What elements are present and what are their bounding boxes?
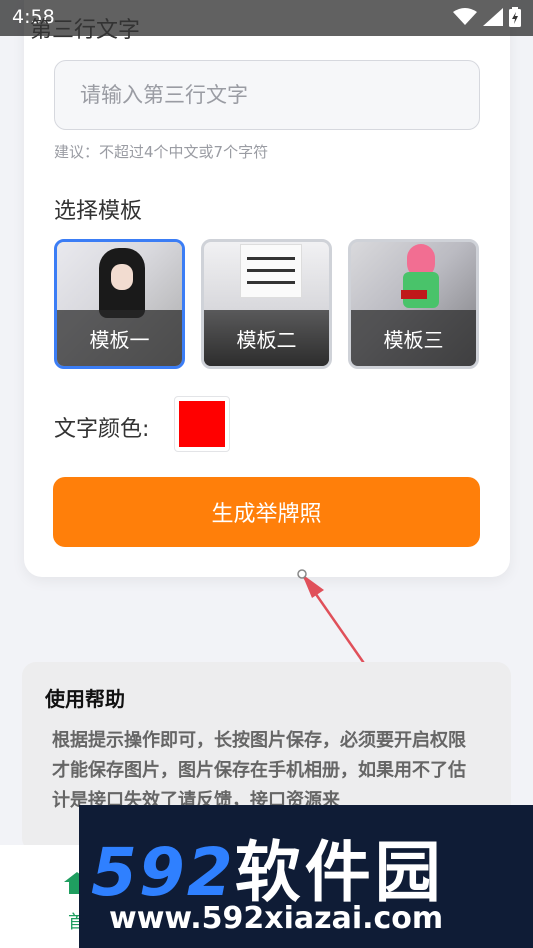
template-list: 模板一 模板二 模板三 — [54, 239, 480, 369]
battery-icon — [509, 7, 521, 27]
help-text: 根据提示操作即可，长按图片保存，必须要开启权限才能保存图片，图片保存在手机相册，… — [52, 730, 466, 811]
settings-card: 建议：不超过4个中文或7个字符 选择模板 模板一 模板二 — [24, 0, 510, 577]
watermark-url: www.592xiazai.com — [109, 901, 444, 936]
status-icons — [453, 7, 521, 27]
line3-input[interactable] — [54, 60, 480, 130]
template-option-1[interactable]: 模板一 — [54, 239, 185, 369]
line3-label: 第三行文字 — [30, 18, 141, 43]
annotation-arrow-icon — [297, 569, 374, 675]
watermark-logo-text: 软件园 — [234, 834, 445, 911]
text-color-label: 文字颜色: — [54, 417, 150, 442]
help-title: 使用帮助 — [45, 687, 125, 711]
template-option-2[interactable]: 模板二 — [201, 239, 332, 369]
template-2-caption: 模板二 — [204, 310, 329, 366]
watermark: 592软件园 www.592xiazai.com — [79, 805, 533, 948]
watermark-logo-number: 592 — [91, 834, 235, 911]
line3-hint: 建议：不超过4个中文或7个字符 — [54, 143, 269, 161]
text-color-picker[interactable] — [174, 396, 230, 452]
wifi-icon — [453, 8, 477, 25]
template-option-3[interactable]: 模板三 — [348, 239, 479, 369]
screen: 4:58 建议：不超过4个中文或7个字符 选择模板 — [0, 0, 533, 948]
signal-icon — [483, 8, 503, 26]
template-3-caption: 模板三 — [351, 310, 476, 366]
template-label: 选择模板 — [54, 199, 143, 224]
template-1-caption: 模板一 — [57, 310, 182, 366]
text-color-swatch — [179, 401, 225, 447]
generate-button[interactable]: 生成举牌照 — [53, 477, 480, 547]
